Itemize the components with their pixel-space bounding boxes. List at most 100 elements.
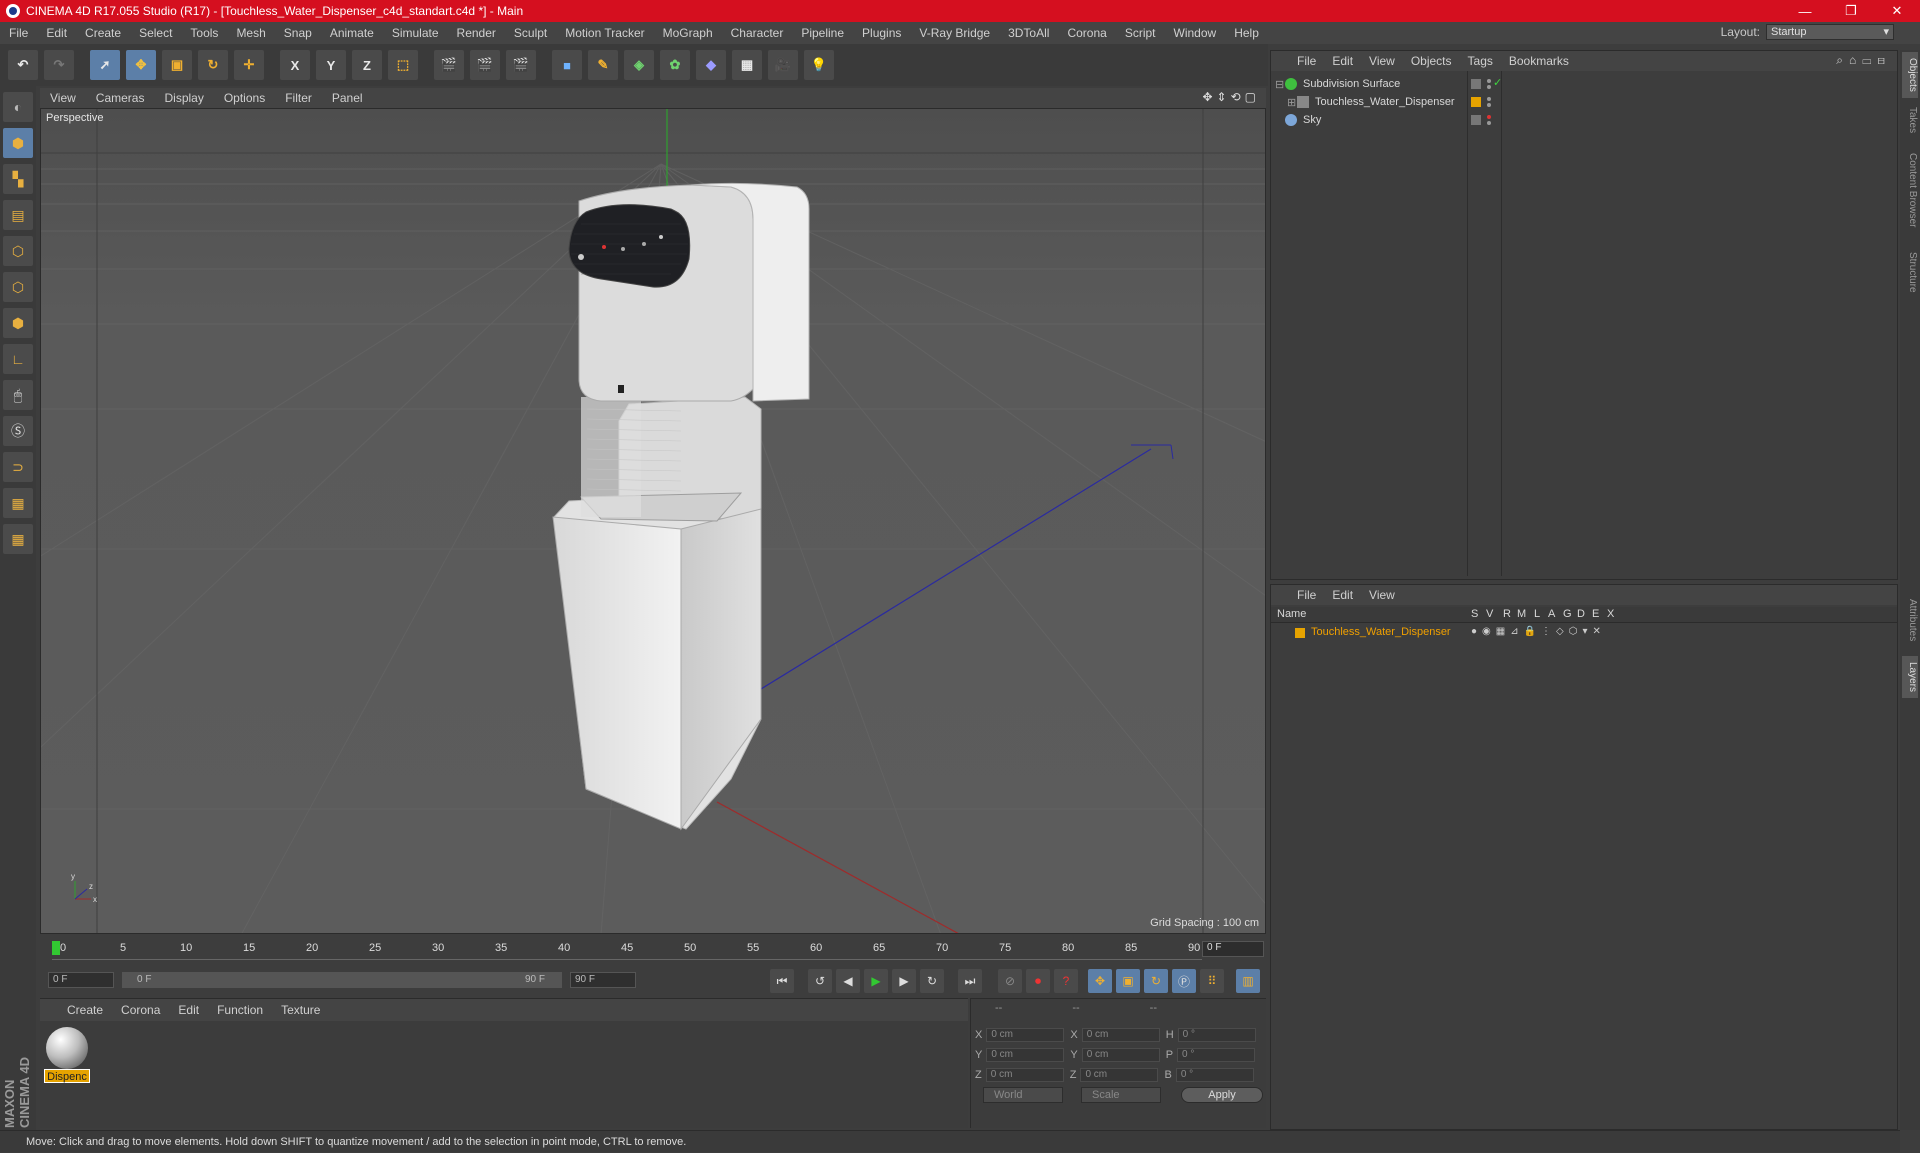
autokey-icon[interactable]: ? — [1054, 969, 1078, 993]
render-visibility-dot[interactable] — [1487, 103, 1491, 107]
tab-attributes[interactable]: Attributes — [1902, 590, 1918, 650]
points-mode-icon[interactable]: ⬡ — [3, 236, 33, 266]
render-visibility-dot[interactable] — [1487, 85, 1491, 89]
material-menu-edit[interactable]: Edit — [169, 1003, 208, 1017]
menu-snap[interactable]: Snap — [275, 26, 321, 40]
render-visibility-dot[interactable] — [1487, 121, 1491, 125]
camera-icon[interactable]: 🎥 — [768, 50, 798, 80]
material-menu-texture[interactable]: Texture — [272, 1003, 329, 1017]
layer-tag-icon[interactable] — [1471, 79, 1481, 89]
menu-corona[interactable]: Corona — [1058, 26, 1115, 40]
go-to-end-icon[interactable]: ⏭ — [958, 969, 982, 993]
objects-menu-tags[interactable]: Tags — [1460, 54, 1501, 68]
size-mode-dropdown[interactable]: Scale — [1081, 1087, 1161, 1103]
current-frame-field[interactable]: 0 F — [1202, 941, 1264, 957]
close-button[interactable]: ✕ — [1874, 0, 1920, 22]
polygons-mode-icon[interactable]: ⬢ — [3, 308, 33, 338]
menu-character[interactable]: Character — [722, 26, 793, 40]
start-frame-field[interactable]: 0 F — [48, 972, 114, 988]
coordinate-system-icon[interactable]: ⬚ — [388, 50, 418, 80]
perspective-viewport[interactable]: y x z Perspective Grid Spacing : 100 cm — [40, 108, 1266, 934]
model-mode-icon[interactable]: ⬢ — [3, 128, 33, 158]
viewport-menu-display[interactable]: Display — [154, 91, 213, 105]
cube-primitive-icon[interactable]: ■ — [552, 50, 582, 80]
viewport-menu-panel[interactable]: Panel — [322, 91, 373, 105]
key-rotation-icon[interactable]: ↻ — [1144, 969, 1168, 993]
end-frame-field[interactable]: 90 F — [570, 972, 636, 988]
timeline-ruler[interactable]: 0 5 10 15 20 25 30 35 40 45 50 55 60 65 … — [40, 938, 1266, 960]
rotation-b-field[interactable]: 0 ° — [1175, 1068, 1254, 1082]
editor-visibility-dot[interactable] — [1487, 97, 1491, 101]
deformer-icon[interactable]: ◆ — [696, 50, 726, 80]
previous-key-icon[interactable]: ↺ — [808, 969, 832, 993]
viewport-menu-options[interactable]: Options — [214, 91, 275, 105]
floor-scene-icon[interactable]: ▦ — [732, 50, 762, 80]
editor-visibility-dot[interactable] — [1487, 115, 1491, 119]
layer-toggle-icons[interactable]: ●◉▦⊿🔒⋮◇⬡▾✕ — [1471, 626, 1606, 637]
preview-range-slider[interactable]: 0 F 90 F — [122, 972, 562, 988]
tab-structure[interactable]: Structure — [1902, 244, 1918, 300]
menu-mograph[interactable]: MoGraph — [654, 26, 722, 40]
menu-create[interactable]: Create — [76, 26, 130, 40]
z-axis-lock-button[interactable]: Z — [352, 50, 382, 80]
layer-row[interactable]: Touchless_Water_Dispenser ●◉▦⊿🔒⋮◇⬡▾✕ — [1271, 625, 1897, 641]
playhead-marker[interactable] — [52, 941, 60, 955]
viewport-menu-filter[interactable]: Filter — [275, 91, 322, 105]
rotation-h-field[interactable]: 0 ° — [1177, 1028, 1256, 1042]
position-x-field[interactable]: 0 cm — [986, 1028, 1065, 1042]
tab-content-browser[interactable]: Content Browser — [1902, 144, 1918, 236]
apply-button[interactable]: Apply — [1181, 1087, 1263, 1103]
viewport-menu-view[interactable]: View — [40, 91, 86, 105]
viewport-camera-label[interactable]: Perspective — [46, 112, 103, 124]
solo-mode-icon[interactable]: Ⓢ — [3, 416, 33, 446]
menu-pipeline[interactable]: Pipeline — [792, 26, 853, 40]
previous-frame-icon[interactable]: ◀ — [836, 969, 860, 993]
object-row-subdivision-surface[interactable]: ⊟ Subdivision Surface — [1275, 75, 1400, 93]
menu-file[interactable]: File — [0, 26, 37, 40]
layer-tag-icon[interactable] — [1471, 115, 1481, 125]
select-tool-icon[interactable]: ➚ — [90, 50, 120, 80]
objects-menu-edit[interactable]: Edit — [1324, 54, 1361, 68]
axis-mode-icon[interactable]: ∟ — [3, 344, 33, 374]
menu-script[interactable]: Script — [1116, 26, 1165, 40]
record-active-icon[interactable]: ⏺ — [1026, 969, 1050, 993]
tab-layers[interactable]: Layers — [1902, 656, 1918, 698]
edges-mode-icon[interactable]: ⬡ — [3, 272, 33, 302]
tab-takes[interactable]: Takes — [1902, 102, 1918, 138]
play-icon[interactable]: ▶ — [864, 969, 888, 993]
layers-menu-edit[interactable]: Edit — [1324, 588, 1361, 602]
viewport-menu-cameras[interactable]: Cameras — [86, 91, 155, 105]
key-scale-icon[interactable]: ▣ — [1116, 969, 1140, 993]
light-icon[interactable]: 💡 — [804, 50, 834, 80]
mograph-cloner-icon[interactable]: ✿ — [660, 50, 690, 80]
workplane-mode-icon[interactable]: ▤ — [3, 200, 33, 230]
material-menu-create[interactable]: Create — [58, 1003, 112, 1017]
layout-select[interactable]: Startup — [1766, 24, 1894, 40]
transform-tool-icon[interactable]: ✛ — [234, 50, 264, 80]
locked-workplane-icon[interactable]: ▦ — [3, 488, 33, 518]
size-x-field[interactable]: 0 cm — [1081, 1028, 1160, 1042]
maximize-button[interactable]: ❐ — [1828, 0, 1874, 22]
objects-menu-bookmarks[interactable]: Bookmarks — [1501, 54, 1577, 68]
layer-color-swatch[interactable] — [1295, 628, 1305, 638]
menu-vray-bridge[interactable]: V-Ray Bridge — [910, 26, 999, 40]
material-menu-function[interactable]: Function — [208, 1003, 272, 1017]
menu-help[interactable]: Help — [1225, 26, 1268, 40]
position-y-field[interactable]: 0 cm — [986, 1048, 1065, 1062]
menu-mesh[interactable]: Mesh — [227, 26, 274, 40]
layers-menu-file[interactable]: File — [1289, 588, 1324, 602]
minimize-button[interactable]: — — [1782, 0, 1828, 22]
size-y-field[interactable]: 0 cm — [1081, 1048, 1160, 1062]
subdivision-surface-icon[interactable]: ◈ — [624, 50, 654, 80]
undo-icon[interactable]: ↶ — [8, 50, 38, 80]
enabled-check-icon[interactable]: ✓ — [1493, 76, 1502, 89]
planar-workplane-icon[interactable]: ▦ — [3, 524, 33, 554]
render-settings-icon[interactable]: 🎬 — [506, 50, 536, 80]
material-menu-corona[interactable]: Corona — [112, 1003, 169, 1017]
texture-mode-icon[interactable]: ▚ — [3, 164, 33, 194]
menu-render[interactable]: Render — [448, 26, 505, 40]
next-key-icon[interactable]: ↻ — [920, 969, 944, 993]
object-manager-toolbar-icons[interactable]: ⌕⌂▭⊟ — [1836, 53, 1891, 68]
render-view-icon[interactable]: 🎬 — [434, 50, 464, 80]
scale-tool-icon[interactable]: ▣ — [162, 50, 192, 80]
